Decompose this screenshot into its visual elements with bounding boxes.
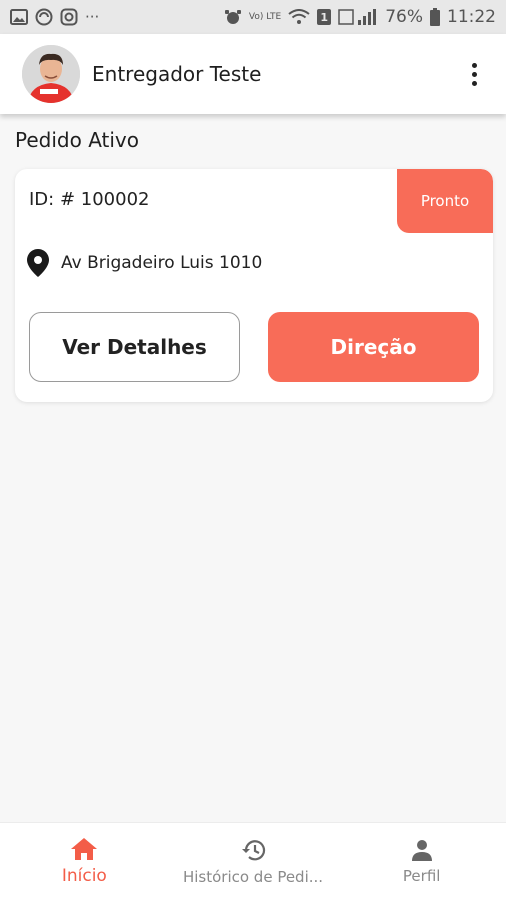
- more-options-button[interactable]: [462, 54, 486, 94]
- view-details-button[interactable]: Ver Detalhes: [29, 312, 240, 382]
- history-icon: [242, 840, 266, 861]
- avatar[interactable]: [22, 45, 80, 103]
- status-bar-notifications: ···: [10, 8, 99, 26]
- directions-button[interactable]: Direção: [268, 312, 479, 382]
- address-row: Av Brigadeiro Luis 1010: [27, 249, 262, 277]
- signal-icon: [338, 9, 377, 25]
- network-label: Vo) LTE: [248, 11, 282, 22]
- nav-item-history[interactable]: Histórico de Pedi...: [169, 823, 338, 901]
- nav-item-profile[interactable]: Perfil: [337, 823, 506, 901]
- home-icon: [71, 838, 98, 860]
- clock-time: 11:22: [447, 7, 496, 27]
- user-name: Entregador Teste: [92, 62, 262, 86]
- more-notifications-icon: ···: [85, 7, 100, 26]
- status-bar-system: Vo) LTE 1 76% 11:22: [224, 7, 496, 27]
- nav-label-profile: Perfil: [402, 867, 441, 885]
- order-address: Av Brigadeiro Luis 1010: [61, 253, 263, 273]
- status-bar: ··· Vo) LTE 1 76% 11:22: [0, 0, 506, 34]
- bottom-navigation: Início Histórico de Pedi... Perfil: [0, 822, 506, 901]
- wifi-icon: [288, 9, 310, 24]
- more-vert-icon: [471, 62, 477, 68]
- nav-label-home: Início: [61, 866, 107, 886]
- nav-item-home[interactable]: Início: [0, 823, 169, 901]
- sim-badge: 1: [317, 9, 332, 25]
- alarm-icon: [224, 10, 241, 24]
- section-title: Pedido Ativo: [15, 128, 139, 152]
- app-header: Entregador Teste: [0, 34, 506, 114]
- active-order-card: ID: # 100002 Pronto Av Brigadeiro Luis 1…: [15, 169, 493, 402]
- order-id: ID: # 100002: [29, 189, 150, 210]
- user-photo-icon: [22, 45, 80, 103]
- image-notification-icon: [10, 9, 28, 25]
- location-pin-icon: [27, 249, 49, 277]
- person-icon: [411, 840, 432, 861]
- status-badge: Pronto: [397, 169, 493, 233]
- sync-notification-icon: [35, 8, 53, 26]
- battery-icon: [430, 8, 440, 26]
- nav-label-history: Histórico de Pedi...: [182, 868, 324, 886]
- instagram-notification-icon: [60, 8, 78, 26]
- battery-percent: 76%: [385, 7, 423, 27]
